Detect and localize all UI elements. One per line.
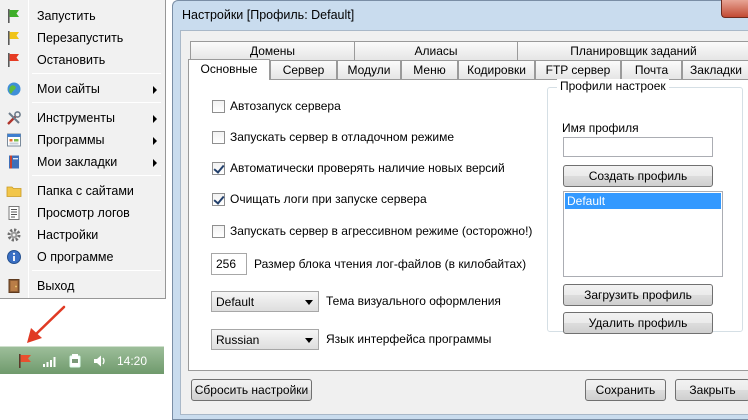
- menu-separator: [32, 73, 161, 74]
- yellow-flag-icon: [8, 31, 19, 45]
- menu-separator: [32, 175, 161, 176]
- tab-encodings[interactable]: Кодировки: [458, 60, 535, 80]
- programs-icon: [7, 133, 21, 147]
- reset-settings-button[interactable]: Сбросить настройки: [191, 379, 312, 401]
- tab-server[interactable]: Сервер: [270, 60, 337, 80]
- menu-item-restart[interactable]: Перезапустить: [0, 27, 165, 49]
- debug-mode-checkbox[interactable]: [212, 131, 225, 144]
- submenu-arrow-icon: [153, 115, 157, 123]
- folder-icon: [6, 186, 22, 197]
- close-button[interactable]: Закрыть: [675, 379, 748, 401]
- submenu-arrow-icon: [153, 137, 157, 145]
- load-profile-button[interactable]: Загрузить профиль: [563, 284, 713, 306]
- check-updates-checkbox[interactable]: [212, 162, 225, 175]
- menu-item-tools[interactable]: Инструменты: [0, 107, 165, 129]
- exit-door-icon: [8, 279, 20, 293]
- profile-name-input[interactable]: [563, 137, 713, 157]
- tab-ftp-server[interactable]: FTP сервер: [535, 60, 621, 80]
- clear-logs-label: Очищать логи при запуске сервера: [230, 192, 427, 206]
- red-flag-tray-icon[interactable]: [17, 353, 33, 369]
- device-icon[interactable]: [67, 353, 83, 369]
- red-arrow-annotation-icon: [27, 305, 66, 343]
- menu-separator: [32, 270, 161, 271]
- menu-item-stop[interactable]: Остановить: [0, 49, 165, 71]
- menu-item-label: О программе: [37, 250, 114, 264]
- gear-icon: [7, 228, 21, 242]
- theme-select-value: Default: [216, 295, 255, 309]
- clear-logs-checkbox[interactable]: [212, 193, 225, 206]
- theme-select[interactable]: Default: [211, 291, 319, 312]
- tab-menu[interactable]: Меню: [401, 60, 458, 80]
- menu-item-label: Инструменты: [37, 111, 115, 125]
- profiles-legend: Профили настроек: [557, 79, 669, 93]
- menu-item-label: Просмотр логов: [37, 206, 130, 220]
- language-select-value: Russian: [216, 333, 260, 347]
- tab-modules[interactable]: Модули: [337, 60, 401, 80]
- globe-icon: [7, 82, 21, 96]
- log-icon: [8, 206, 20, 220]
- autostart-checkbox[interactable]: [212, 100, 225, 113]
- menu-separator: [32, 102, 161, 103]
- aggressive-mode-checkbox[interactable]: [212, 225, 225, 238]
- green-flag-icon: [8, 9, 19, 23]
- save-button[interactable]: Сохранить: [585, 379, 666, 401]
- tab-domains[interactable]: Домены: [190, 41, 355, 61]
- tab-main[interactable]: Основные: [188, 59, 270, 80]
- red-flag-icon: [8, 53, 19, 67]
- signal-bars-icon[interactable]: [42, 353, 58, 369]
- chevron-down-icon: [305, 300, 313, 305]
- submenu-arrow-icon: [153, 86, 157, 94]
- tab-mail[interactable]: Почта: [621, 60, 682, 80]
- menu-item-label: Запустить: [37, 9, 96, 23]
- profile-list-item[interactable]: Default: [565, 193, 721, 209]
- menu-item-sites-folder[interactable]: Папка с сайтами: [0, 180, 165, 202]
- menu-item-label: Мои закладки: [37, 155, 118, 169]
- context-menu: Запустить Перезапустить Остановить Мои с…: [0, 0, 166, 299]
- menu-item-label: Программы: [37, 133, 105, 147]
- language-label: Язык интерфейса программы: [326, 332, 492, 346]
- tab-bookmarks[interactable]: Закладки: [682, 60, 748, 80]
- menu-item-exit[interactable]: Выход: [0, 275, 165, 297]
- delete-profile-button[interactable]: Удалить профиль: [563, 312, 713, 334]
- bookmarks-icon: [9, 155, 19, 169]
- menu-item-label: Перезапустить: [37, 31, 124, 45]
- check-updates-label: Автоматически проверять наличие новых ве…: [230, 161, 505, 175]
- menu-item-view-logs[interactable]: Просмотр логов: [0, 202, 165, 224]
- language-select[interactable]: Russian: [211, 329, 319, 350]
- chevron-down-icon: [305, 338, 313, 343]
- system-tray: 14:20: [0, 346, 164, 374]
- tray-clock[interactable]: 14:20: [117, 354, 147, 368]
- tab-aliases[interactable]: Алиасы: [354, 41, 518, 61]
- settings-dialog: Настройки [Профиль: Default] Домены Алиа…: [172, 0, 748, 420]
- debug-mode-label: Запускать сервер в отладочном режиме: [230, 130, 455, 144]
- volume-icon[interactable]: [92, 353, 108, 369]
- menu-item-about[interactable]: О программе: [0, 246, 165, 268]
- log-block-size-input[interactable]: 256: [211, 253, 247, 275]
- dialog-client-area: Домены Алиасы Планировщик заданий Основн…: [180, 30, 748, 415]
- profile-list[interactable]: Default: [563, 191, 723, 277]
- menu-item-label: Выход: [37, 279, 75, 293]
- menu-item-label: Папка с сайтами: [37, 184, 134, 198]
- profile-name-label: Имя профиля: [562, 121, 639, 135]
- tools-icon: [7, 111, 21, 125]
- info-icon: [7, 250, 21, 264]
- tab-scheduler[interactable]: Планировщик заданий: [517, 41, 748, 61]
- menu-item-my-bookmarks[interactable]: Мои закладки: [0, 151, 165, 173]
- submenu-arrow-icon: [153, 159, 157, 167]
- menu-item-programs[interactable]: Программы: [0, 129, 165, 151]
- menu-item-label: Мои сайты: [37, 82, 100, 96]
- menu-item-my-sites[interactable]: Мои сайты: [0, 78, 165, 100]
- dialog-title: Настройки [Профиль: Default]: [182, 8, 355, 22]
- window-close-button[interactable]: [721, 0, 748, 18]
- theme-label: Тема визуального оформления: [326, 294, 501, 308]
- aggressive-mode-label: Запускать сервер в агрессивном режиме (о…: [230, 224, 533, 238]
- autostart-label: Автозапуск сервера: [230, 99, 341, 113]
- menu-item-start[interactable]: Запустить: [0, 5, 165, 27]
- create-profile-button[interactable]: Создать профиль: [563, 165, 713, 187]
- menu-item-label: Остановить: [37, 53, 106, 67]
- menu-item-settings[interactable]: Настройки: [0, 224, 165, 246]
- log-block-size-label: Размер блока чтения лог-файлов (в килоба…: [254, 257, 527, 271]
- menu-item-label: Настройки: [37, 228, 99, 242]
